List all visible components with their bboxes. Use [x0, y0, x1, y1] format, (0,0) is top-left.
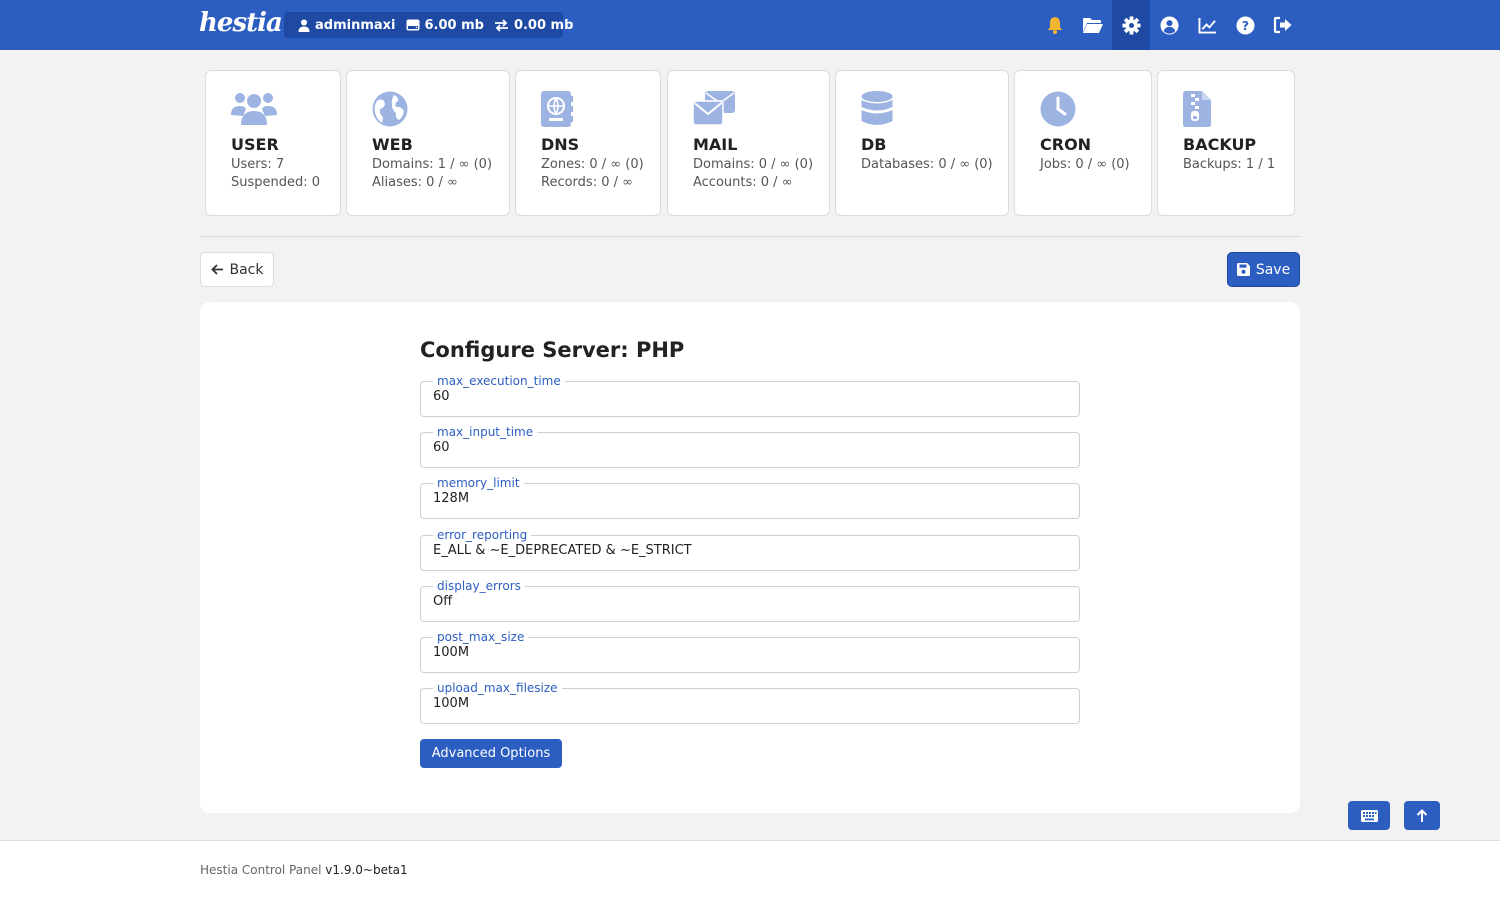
footer-version: v1.9.0~beta1: [325, 863, 408, 877]
footer-text: Hestia Control Panel v1.9.0~beta1: [200, 863, 408, 877]
field-label: upload_max_filesize: [433, 680, 562, 696]
logout-button[interactable]: [1264, 0, 1302, 50]
card-dns[interactable]: DNS Zones: 0 / ∞ (0) Records: 0 / ∞: [515, 70, 661, 216]
notifications-button[interactable]: [1036, 0, 1074, 50]
card-title: BACKUP: [1183, 135, 1257, 154]
folder-icon: [1083, 17, 1103, 33]
top-navbar: hestia adminmaxi 6.00 mb 0.00 mb ?: [0, 0, 1500, 50]
field-label: memory_limit: [433, 475, 524, 491]
field-value[interactable]: 128M: [433, 491, 469, 506]
card-stat: Jobs: 0 / ∞ (0): [1040, 157, 1130, 172]
globe-icon: [372, 91, 408, 127]
clock-icon: [1040, 91, 1076, 127]
card-cron[interactable]: CRON Jobs: 0 / ∞ (0): [1014, 70, 1152, 216]
field-label: post_max_size: [433, 629, 529, 645]
bandwidth-usage: 0.00 mb: [513, 17, 574, 33]
keyboard-icon: [1360, 809, 1378, 822]
envelopes-icon: [693, 91, 735, 126]
help-button[interactable]: ?: [1226, 0, 1264, 50]
max-execution-time-field[interactable]: max_execution_time 60: [420, 373, 1080, 417]
field-label: display_errors: [433, 578, 525, 594]
users-icon: [231, 93, 277, 125]
footer: Hestia Control Panel v1.9.0~beta1: [0, 840, 1500, 902]
field-label: error_reporting: [433, 527, 532, 543]
card-stat: Aliases: 0 / ∞: [372, 175, 458, 190]
account-button[interactable]: [1150, 0, 1188, 50]
divider: [200, 236, 1300, 237]
field-value[interactable]: 60: [433, 440, 450, 455]
field-value[interactable]: E_ALL & ~E_DEPRECATED & ~E_STRICT: [433, 543, 692, 558]
card-stat: Records: 0 / ∞: [541, 175, 633, 190]
field-value[interactable]: Off: [433, 594, 452, 609]
card-stat: Domains: 0 / ∞ (0): [693, 157, 814, 172]
footer-brand: Hestia Control Panel: [200, 863, 322, 877]
card-stat: Databases: 0 / ∞ (0): [861, 157, 993, 172]
gear-icon: [1121, 15, 1141, 35]
display-errors-field[interactable]: display_errors Off: [420, 578, 1080, 622]
hestia-logo[interactable]: hestia: [199, 8, 283, 38]
card-mail[interactable]: MAIL Domains: 0 / ∞ (0) Accounts: 0 / ∞: [667, 70, 830, 216]
card-stat: Suspended: 0: [231, 175, 321, 190]
page-title: Configure Server: PHP: [420, 338, 685, 362]
card-title: MAIL: [693, 135, 738, 154]
username: adminmaxi: [315, 17, 396, 33]
php-config-panel: Configure Server: PHP max_execution_time…: [200, 302, 1300, 813]
file-manager-button[interactable]: [1074, 0, 1112, 50]
keyboard-shortcuts-button[interactable]: [1348, 801, 1390, 830]
card-web[interactable]: WEB Domains: 1 / ∞ (0) Aliases: 0 / ∞: [346, 70, 510, 216]
disk-usage: 6.00 mb: [424, 17, 484, 33]
floppy-disk-icon: [1236, 263, 1250, 276]
upload-max-filesize-field[interactable]: upload_max_filesize 100M: [420, 680, 1080, 724]
user-icon: [298, 19, 310, 32]
card-db[interactable]: DB Databases: 0 / ∞ (0): [835, 70, 1009, 216]
help-icon: ?: [1235, 15, 1255, 35]
logout-icon: [1273, 16, 1292, 34]
address-book-icon: [541, 91, 573, 127]
back-button[interactable]: Back: [200, 252, 274, 287]
card-stat: Backups: 1 / 1: [1183, 157, 1276, 172]
post-max-size-field[interactable]: post_max_size 100M: [420, 629, 1080, 673]
bell-icon: [1048, 17, 1062, 34]
field-value[interactable]: 100M: [433, 696, 469, 711]
statistics-button[interactable]: [1188, 0, 1226, 50]
user-status-pill[interactable]: adminmaxi 6.00 mb 0.00 mb: [284, 12, 573, 38]
card-title: CRON: [1040, 135, 1092, 154]
field-value[interactable]: 100M: [433, 645, 469, 660]
advanced-options-button[interactable]: Advanced Options: [420, 739, 562, 768]
card-title: USER: [231, 135, 279, 154]
save-button[interactable]: Save: [1227, 252, 1300, 287]
card-title: DNS: [541, 135, 580, 154]
error-reporting-field[interactable]: error_reporting E_ALL & ~E_DEPRECATED & …: [420, 527, 1080, 571]
arrow-left-icon: [210, 264, 223, 275]
card-stat: Users: 7: [231, 157, 285, 172]
transfer-icon: [494, 18, 508, 32]
memory-limit-field[interactable]: memory_limit 128M: [420, 475, 1080, 519]
field-label: max_input_time: [433, 424, 538, 440]
max-input-time-field[interactable]: max_input_time 60: [420, 424, 1080, 468]
hard-drive-icon: [406, 19, 419, 31]
server-settings-button[interactable]: [1112, 0, 1150, 50]
card-title: WEB: [372, 135, 413, 154]
user-circle-icon: [1159, 15, 1179, 35]
database-icon: [861, 91, 893, 125]
top-icon-nav: ?: [1036, 0, 1302, 50]
save-button-label: Save: [1255, 261, 1291, 278]
card-title: DB: [861, 135, 887, 154]
card-stat: Accounts: 0 / ∞: [693, 175, 793, 190]
field-label: max_execution_time: [433, 373, 565, 389]
card-user[interactable]: USER Users: 7 Suspended: 0: [205, 70, 341, 216]
arrow-up-icon: [1416, 808, 1428, 822]
card-stat: Zones: 0 / ∞ (0): [541, 157, 644, 172]
card-backup[interactable]: BACKUP Backups: 1 / 1: [1157, 70, 1295, 216]
username-segment: adminmaxi: [298, 18, 396, 33]
back-button-label: Back: [229, 261, 264, 278]
file-zipper-icon: [1183, 91, 1211, 127]
svg-text:?: ?: [1241, 18, 1248, 32]
card-stat: Domains: 1 / ∞ (0): [372, 157, 493, 172]
scroll-to-top-button[interactable]: [1404, 801, 1440, 830]
disk-segment: 6.00 mb: [406, 18, 484, 33]
bandwidth-segment: 0.00 mb: [494, 18, 573, 33]
chart-icon: [1198, 17, 1216, 34]
field-value[interactable]: 60: [433, 389, 450, 404]
